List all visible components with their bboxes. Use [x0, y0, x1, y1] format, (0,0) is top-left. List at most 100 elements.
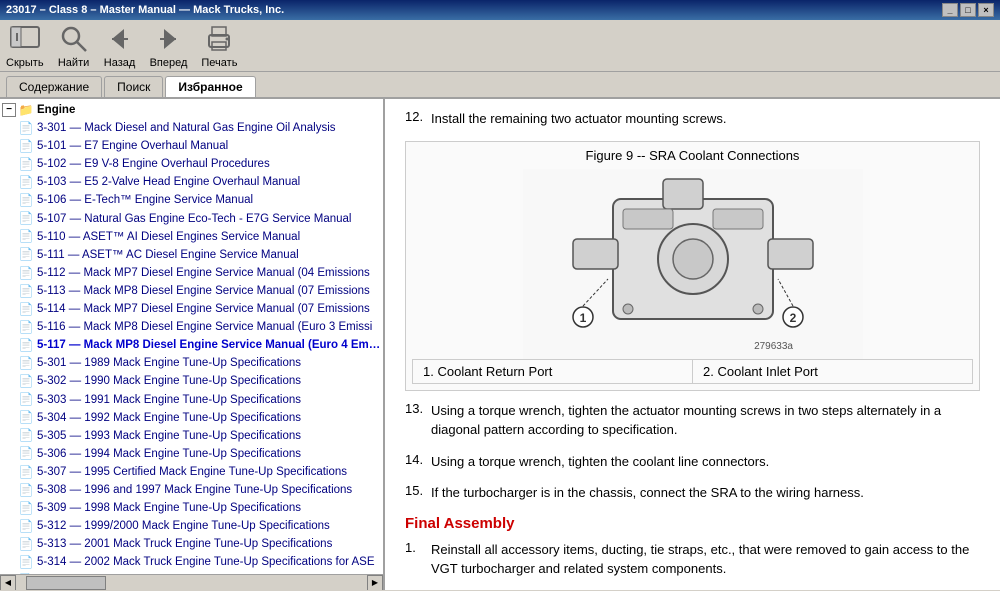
print-button[interactable]: Печать	[201, 23, 237, 69]
tree-label-5-117: 5-117 — Mack MP8 Diesel Engine Service M…	[37, 337, 381, 353]
step-12-text: Install the remaining two actuator mount…	[431, 109, 727, 129]
svg-text:1: 1	[579, 311, 586, 325]
tree-item-5-312[interactable]: 📄 5-312 — 1999/2000 Mack Engine Tune-Up …	[0, 517, 383, 535]
doc-icon: 📄	[18, 518, 34, 534]
tree-label-5-312: 5-312 — 1999/2000 Mack Engine Tune-Up Sp…	[37, 518, 330, 534]
maximize-button[interactable]: □	[960, 3, 976, 17]
tree-item-5-303[interactable]: 📄 5-303 — 1991 Mack Engine Tune-Up Speci…	[0, 391, 383, 409]
doc-icon: 📄	[18, 373, 34, 389]
tree-item-5-313[interactable]: 📄 5-313 — 2001 Mack Truck Engine Tune-Up…	[0, 535, 383, 553]
tree-label-5-305: 5-305 — 1993 Mack Engine Tune-Up Specifi…	[37, 428, 301, 444]
back-button[interactable]: Назад	[104, 23, 136, 69]
tree-item-5-102[interactable]: 📄 5-102 — E9 V-8 Engine Overhaul Procedu…	[0, 155, 383, 173]
tree-item-5-107[interactable]: 📄 5-107 — Natural Gas Engine Eco-Tech - …	[0, 210, 383, 228]
tree-item-5-103[interactable]: 📄 5-103 — E5 2-Valve Head Engine Overhau…	[0, 173, 383, 191]
tree-item-5-116[interactable]: 📄 5-116 — Mack MP8 Diesel Engine Service…	[0, 318, 383, 336]
doc-icon: 📄	[18, 392, 34, 408]
right-panel[interactable]: 12. Install the remaining two actuator m…	[385, 99, 1000, 590]
tree-item-5-307[interactable]: 📄 5-307 — 1995 Certified Mack Engine Tun…	[0, 463, 383, 481]
port-1-cell: 1. Coolant Return Port	[413, 359, 693, 383]
tree-item-5-101[interactable]: 📄 5-101 — E7 Engine Overhaul Manual	[0, 137, 383, 155]
step-14: 14. Using a torque wrench, tighten the c…	[405, 452, 980, 472]
hide-button[interactable]: Скрыть	[6, 23, 44, 69]
final-item-1: 1. Reinstall all accessory items, ductin…	[405, 540, 980, 579]
port-table-row-1: 1. Coolant Return Port 2. Coolant Inlet …	[413, 359, 973, 383]
close-button[interactable]: ×	[978, 3, 994, 17]
step-15-num: 15.	[405, 483, 425, 503]
doc-icon: 📄	[18, 355, 34, 371]
doc-icon: 📄	[18, 464, 34, 480]
tree-item-5-106[interactable]: 📄 5-106 — E-Tech™ Engine Service Manual	[0, 191, 383, 209]
tree-label-5-306: 5-306 — 1994 Mack Engine Tune-Up Specifi…	[37, 446, 301, 462]
minimize-button[interactable]: _	[942, 3, 958, 17]
tree-item-5-117[interactable]: 📄 5-117 — Mack MP8 Diesel Engine Service…	[0, 336, 383, 354]
tree-item-5-302[interactable]: 📄 5-302 — 1990 Mack Engine Tune-Up Speci…	[0, 372, 383, 390]
scroll-left-arrow[interactable]: ◀	[0, 575, 16, 591]
expand-engine[interactable]: −	[2, 103, 16, 117]
doc-icon: 📄	[18, 138, 34, 154]
tab-favorites[interactable]: Избранное	[165, 76, 255, 97]
title-bar-text: 23017 – Class 8 – Master Manual — Mack T…	[6, 4, 942, 16]
find-button[interactable]: Найти	[58, 23, 90, 69]
step-14-text: Using a torque wrench, tighten the coola…	[431, 452, 769, 472]
tree-item-5-308[interactable]: 📄 5-308 — 1996 and 1997 Mack Engine Tune…	[0, 481, 383, 499]
tab-search[interactable]: Поиск	[104, 76, 163, 97]
doc-icon: 📄	[18, 120, 34, 136]
tree-item-5-110[interactable]: 📄 5-110 — ASET™ AI Diesel Engines Servic…	[0, 228, 383, 246]
port-table: 1. Coolant Return Port 2. Coolant Inlet …	[412, 359, 973, 384]
tree-item-5-306[interactable]: 📄 5-306 — 1994 Mack Engine Tune-Up Speci…	[0, 445, 383, 463]
tree-label-5-107: 5-107 — Natural Gas Engine Eco-Tech - E7…	[37, 211, 351, 227]
tree-label-5-106: 5-106 — E-Tech™ Engine Service Manual	[37, 192, 253, 208]
back-label: Назад	[104, 57, 136, 69]
svg-text:2: 2	[789, 311, 796, 325]
tree-label-5-103: 5-103 — E5 2-Valve Head Engine Overhaul …	[37, 174, 300, 190]
tree-label-5-112: 5-112 — Mack MP7 Diesel Engine Service M…	[37, 265, 370, 281]
tree-item-3-301[interactable]: 📄 3-301 — Mack Diesel and Natural Gas En…	[0, 119, 383, 137]
tree-item-5-112[interactable]: 📄 5-112 — Mack MP7 Diesel Engine Service…	[0, 264, 383, 282]
forward-label: Вперед	[150, 57, 188, 69]
doc-icon: 📄	[18, 283, 34, 299]
doc-icon: 📄	[18, 446, 34, 462]
tree-item-5-114[interactable]: 📄 5-114 — Mack MP7 Diesel Engine Service…	[0, 300, 383, 318]
doc-icon: 📄	[18, 337, 34, 353]
tree-label-5-302: 5-302 — 1990 Mack Engine Tune-Up Specifi…	[37, 373, 301, 389]
left-panel-scrollbar-x[interactable]: ◀ ▶	[0, 574, 383, 590]
tree-label-5-307: 5-307 — 1995 Certified Mack Engine Tune-…	[37, 464, 347, 480]
toolbar: Скрыть Найти Назад Вперед	[0, 20, 1000, 72]
find-label: Найти	[58, 57, 89, 69]
step-13: 13. Using a torque wrench, tighten the a…	[405, 401, 980, 440]
tab-contents[interactable]: Содержание	[6, 76, 102, 97]
step-15-text: If the turbocharger is in the chassis, c…	[431, 483, 864, 503]
tree-item-5-314[interactable]: 📄 5-314 — 2002 Mack Truck Engine Tune-Up…	[0, 553, 383, 571]
tree-label-5-301: 5-301 — 1989 Mack Engine Tune-Up Specifi…	[37, 355, 301, 371]
doc-icon: 📄	[18, 211, 34, 227]
final-assembly-heading: Final Assembly	[405, 515, 980, 532]
tree-item-engine[interactable]: − 📁 Engine	[0, 101, 383, 119]
tree-item-5-309[interactable]: 📄 5-309 — 1998 Mack Engine Tune-Up Speci…	[0, 499, 383, 517]
tree-item-5-301[interactable]: 📄 5-301 — 1989 Mack Engine Tune-Up Speci…	[0, 354, 383, 372]
tree-item-5-304[interactable]: 📄 5-304 — 1992 Mack Engine Tune-Up Speci…	[0, 409, 383, 427]
scroll-right-arrow[interactable]: ▶	[367, 575, 383, 591]
tree-container[interactable]: − 📁 Engine 📄 3-301 — Mack Diesel and Nat…	[0, 99, 383, 574]
doc-icon: 📄	[18, 193, 34, 209]
doc-icon: 📄	[18, 319, 34, 335]
doc-icon: 📄	[18, 174, 34, 190]
print-label: Печать	[201, 57, 237, 69]
doc-icon: 📄	[18, 229, 34, 245]
doc-icon: 📄	[18, 410, 34, 426]
tree-label-5-308: 5-308 — 1996 and 1997 Mack Engine Tune-U…	[37, 482, 352, 498]
tree-item-5-111[interactable]: 📄 5-111 — ASET™ AC Diesel Engine Service…	[0, 246, 383, 264]
tree-item-5-113[interactable]: 📄 5-113 — Mack MP8 Diesel Engine Service…	[0, 282, 383, 300]
title-bar: 23017 – Class 8 – Master Manual — Mack T…	[0, 0, 1000, 20]
port-2-cell: 2. Coolant Inlet Port	[693, 359, 973, 383]
step-14-num: 14.	[405, 452, 425, 472]
svg-text:279633a: 279633a	[754, 341, 793, 352]
print-icon	[203, 23, 235, 55]
figure-box: Figure 9 -- SRA Coolant Connections 1 2	[405, 141, 980, 391]
tree-label-5-304: 5-304 — 1992 Mack Engine Tune-Up Specifi…	[37, 410, 301, 426]
tree-item-5-305[interactable]: 📄 5-305 — 1993 Mack Engine Tune-Up Speci…	[0, 427, 383, 445]
tree-label-5-309: 5-309 — 1998 Mack Engine Tune-Up Specifi…	[37, 500, 301, 516]
doc-icon: 📄	[18, 554, 34, 570]
forward-button[interactable]: Вперед	[150, 23, 188, 69]
tree-label-5-111: 5-111 — ASET™ AC Diesel Engine Service M…	[37, 247, 299, 263]
